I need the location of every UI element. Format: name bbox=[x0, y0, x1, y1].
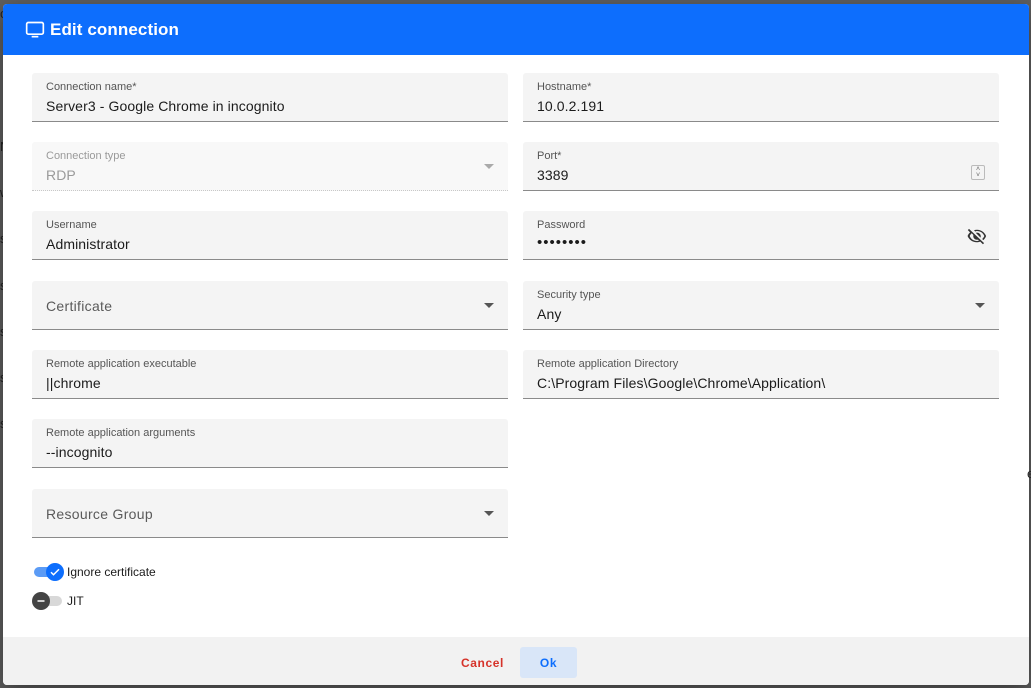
ok-button[interactable]: Ok bbox=[520, 647, 577, 678]
username-input[interactable]: Administrator bbox=[46, 236, 130, 252]
port-label: Port* bbox=[537, 150, 562, 162]
jit-toggle[interactable] bbox=[32, 591, 66, 611]
certificate-placeholder: Certificate bbox=[46, 298, 113, 314]
hostname-field[interactable]: Hostname* 10.0.2.191 bbox=[523, 73, 999, 122]
chevron-down-icon bbox=[484, 511, 494, 516]
chevron-down-icon bbox=[484, 164, 494, 169]
port-field[interactable]: Port* 3389 ˄ ˅ bbox=[523, 142, 999, 191]
chevron-down-icon bbox=[484, 303, 494, 308]
password-input[interactable]: •••••••• bbox=[537, 234, 587, 251]
ignore-certificate-toggle[interactable] bbox=[32, 562, 66, 582]
certificate-select[interactable]: Certificate bbox=[32, 281, 508, 330]
cancel-button[interactable]: Cancel bbox=[447, 647, 518, 678]
connection-type-select: Connection type RDP bbox=[32, 142, 508, 191]
jit-toggle-row[interactable]: JIT bbox=[32, 591, 232, 611]
connection-type-value: RDP bbox=[46, 167, 76, 183]
dialog-footer: Cancel Ok bbox=[3, 637, 1029, 685]
background-fragment: e bbox=[1027, 466, 1031, 481]
remote-app-executable-label: Remote application executable bbox=[46, 358, 197, 370]
check-icon bbox=[46, 563, 64, 581]
username-field[interactable]: Username Administrator bbox=[32, 211, 508, 260]
remote-app-arguments-label: Remote application arguments bbox=[46, 427, 196, 439]
dialog-header: Edit connection bbox=[3, 4, 1029, 55]
remote-app-executable-field[interactable]: Remote application executable ||chrome bbox=[32, 350, 508, 399]
ignore-certificate-toggle-row[interactable]: Ignore certificate bbox=[32, 562, 232, 582]
chevron-down-icon bbox=[975, 303, 985, 308]
minus-icon bbox=[32, 592, 50, 610]
password-label: Password bbox=[537, 219, 586, 231]
connection-name-label: Connection name* bbox=[46, 81, 137, 93]
connection-name-field[interactable]: Connection name* Server3 - Google Chrome… bbox=[32, 73, 508, 122]
remote-app-arguments-field[interactable]: Remote application arguments --incognito bbox=[32, 419, 508, 468]
monitor-icon bbox=[25, 20, 45, 40]
remote-app-directory-input[interactable]: C:\Program Files\Google\Chrome\Applicati… bbox=[537, 375, 825, 391]
remote-app-arguments-input[interactable]: --incognito bbox=[46, 444, 112, 460]
hostname-input[interactable]: 10.0.2.191 bbox=[537, 98, 604, 114]
username-label: Username bbox=[46, 219, 97, 231]
security-type-select[interactable]: Security type Any bbox=[523, 281, 999, 330]
remote-app-directory-label: Remote application Directory bbox=[537, 358, 679, 370]
connection-type-label: Connection type bbox=[46, 150, 126, 162]
resource-group-placeholder: Resource Group bbox=[46, 506, 153, 522]
dialog-title: Edit connection bbox=[50, 19, 179, 39]
port-input[interactable]: 3389 bbox=[537, 167, 569, 183]
security-type-value: Any bbox=[537, 306, 562, 322]
remote-app-directory-field[interactable]: Remote application Directory C:\Program … bbox=[523, 350, 999, 399]
hostname-label: Hostname* bbox=[537, 81, 592, 93]
connection-name-input[interactable]: Server3 - Google Chrome in incognito bbox=[46, 98, 285, 114]
resource-group-select[interactable]: Resource Group bbox=[32, 489, 508, 538]
security-type-label: Security type bbox=[537, 289, 601, 301]
edit-connection-dialog: Edit connection Connection name* Server3… bbox=[3, 4, 1029, 685]
remote-app-executable-input[interactable]: ||chrome bbox=[46, 375, 101, 391]
ignore-certificate-label: Ignore certificate bbox=[67, 565, 156, 579]
password-field[interactable]: Password •••••••• bbox=[523, 211, 999, 260]
number-stepper-icon[interactable]: ˄ ˅ bbox=[971, 165, 985, 180]
jit-label: JIT bbox=[67, 594, 84, 608]
eye-off-icon[interactable] bbox=[967, 226, 987, 246]
